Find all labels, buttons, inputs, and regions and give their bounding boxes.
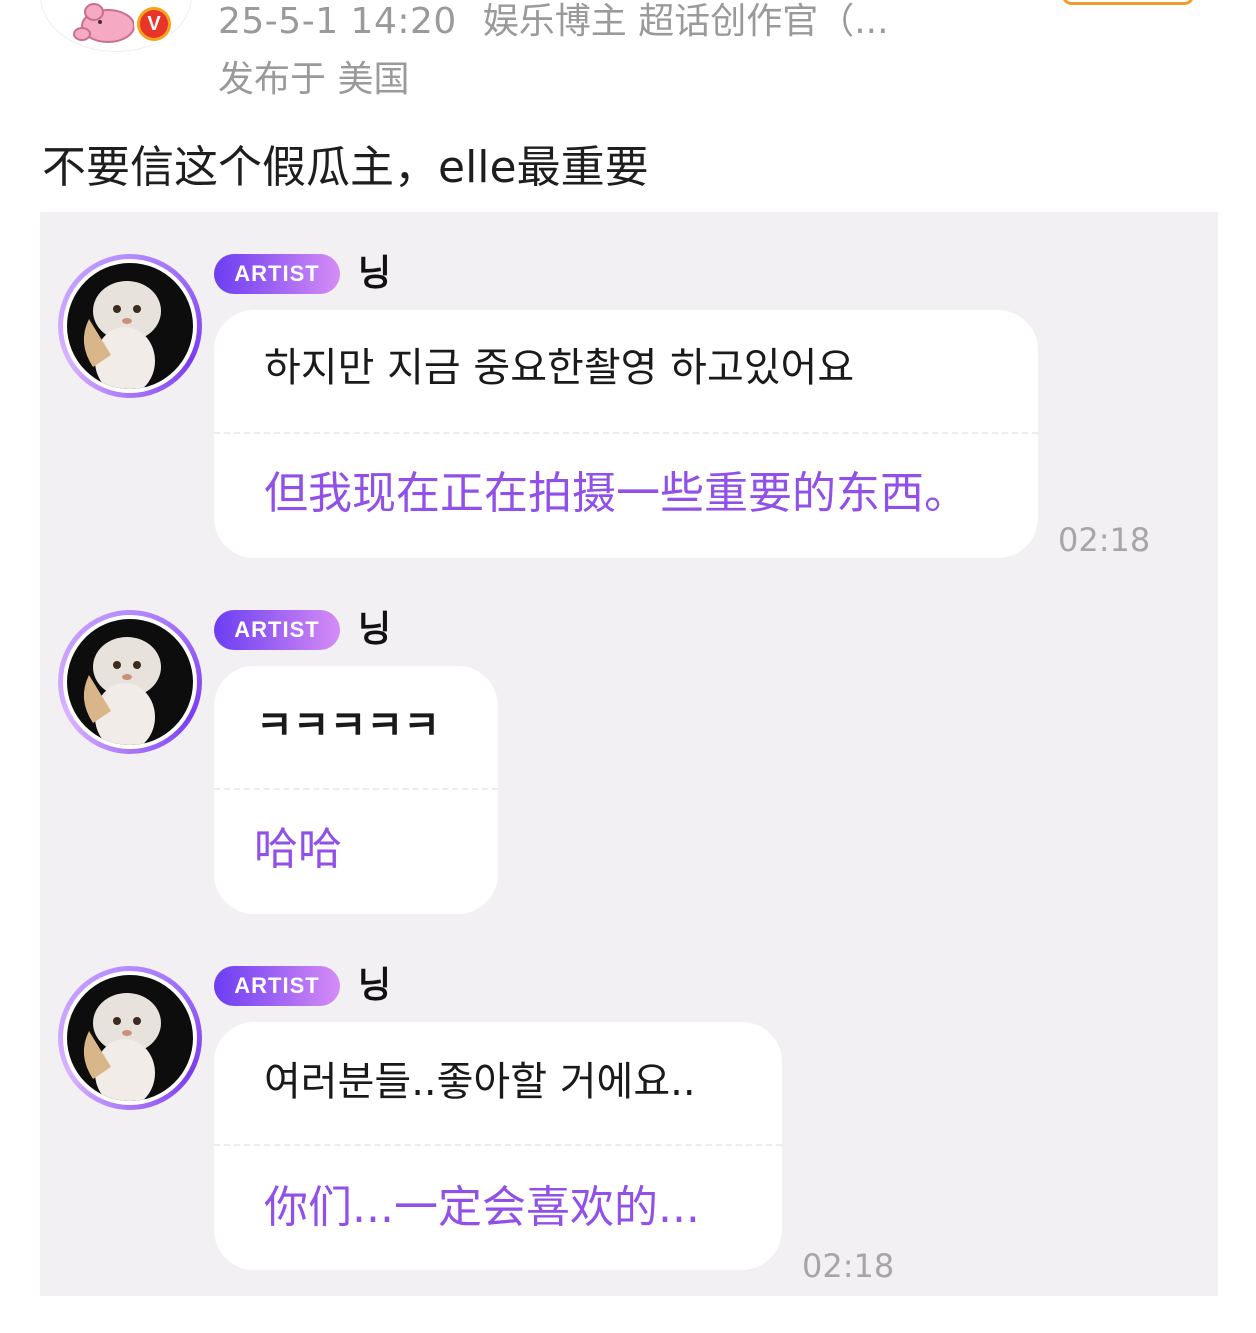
message-translation-text: 你们...一定会喜欢的... (264, 1182, 700, 1233)
cat-avatar-icon (83, 637, 161, 745)
cat-avatar-icon (83, 281, 161, 389)
artist-avatar (58, 966, 202, 1110)
artist-badge: ARTIST (214, 610, 340, 650)
message-translation-text: 但我现在正在拍摄一些重要的东西。 (264, 468, 968, 519)
poster-pig-avatar-icon (73, 3, 135, 43)
artist-avatar (58, 610, 202, 754)
cat-avatar-icon (83, 993, 161, 1101)
message-bubble[interactable]: 여러분들..좋아할 거에요.. 你们...一定会喜欢的... (214, 1022, 782, 1270)
attached-chat-screenshot[interactable]: ARTIST 닝 하지만 지금 중요한촬영 하고있어요 但我现在正在拍摄一些重要… (40, 212, 1218, 1296)
bubble-divider (214, 788, 498, 790)
artist-avatar (58, 254, 202, 398)
message-original-text: ㅋㅋㅋㅋㅋ (256, 703, 440, 749)
verified-badge-icon: V (134, 4, 174, 44)
message-bubble[interactable]: ㅋㅋㅋㅋㅋ 哈哈 (214, 666, 498, 914)
post-location: 发布于 美国 (218, 59, 410, 100)
message-timestamp: 02:18 (802, 1247, 895, 1285)
sender-name: 닝 (358, 609, 392, 650)
artist-badge: ARTIST (214, 254, 340, 294)
message-original-text: 여러분들..좋아할 거에요.. (264, 1059, 696, 1105)
sender-name: 닝 (358, 965, 392, 1006)
post-meta: 25-5-1 14:20 娱乐博主 超话创作官（... (218, 0, 915, 44)
message-timestamp: 02:18 (1058, 521, 1151, 559)
sender-name: 닝 (358, 253, 392, 294)
artist-badge: ARTIST (214, 966, 340, 1006)
message-translation-text: 哈哈 (254, 824, 342, 875)
post-body-text: 不要信这个假瓜主，elle最重要 (42, 142, 649, 193)
message-bubble[interactable]: 하지만 지금 중요한촬영 하고있어요 但我现在正在拍摄一些重要的东西。 (214, 310, 1038, 558)
post-author-tags[interactable]: 娱乐博主 超话创作官（... (483, 1, 889, 42)
bubble-divider (214, 1144, 782, 1146)
follow-button[interactable] (1062, 0, 1194, 5)
message-original-text: 하지만 지금 중요한촬영 하고있어요 (264, 345, 855, 391)
post-time: 25-5-1 14:20 (218, 1, 457, 42)
bubble-divider (214, 432, 1038, 434)
